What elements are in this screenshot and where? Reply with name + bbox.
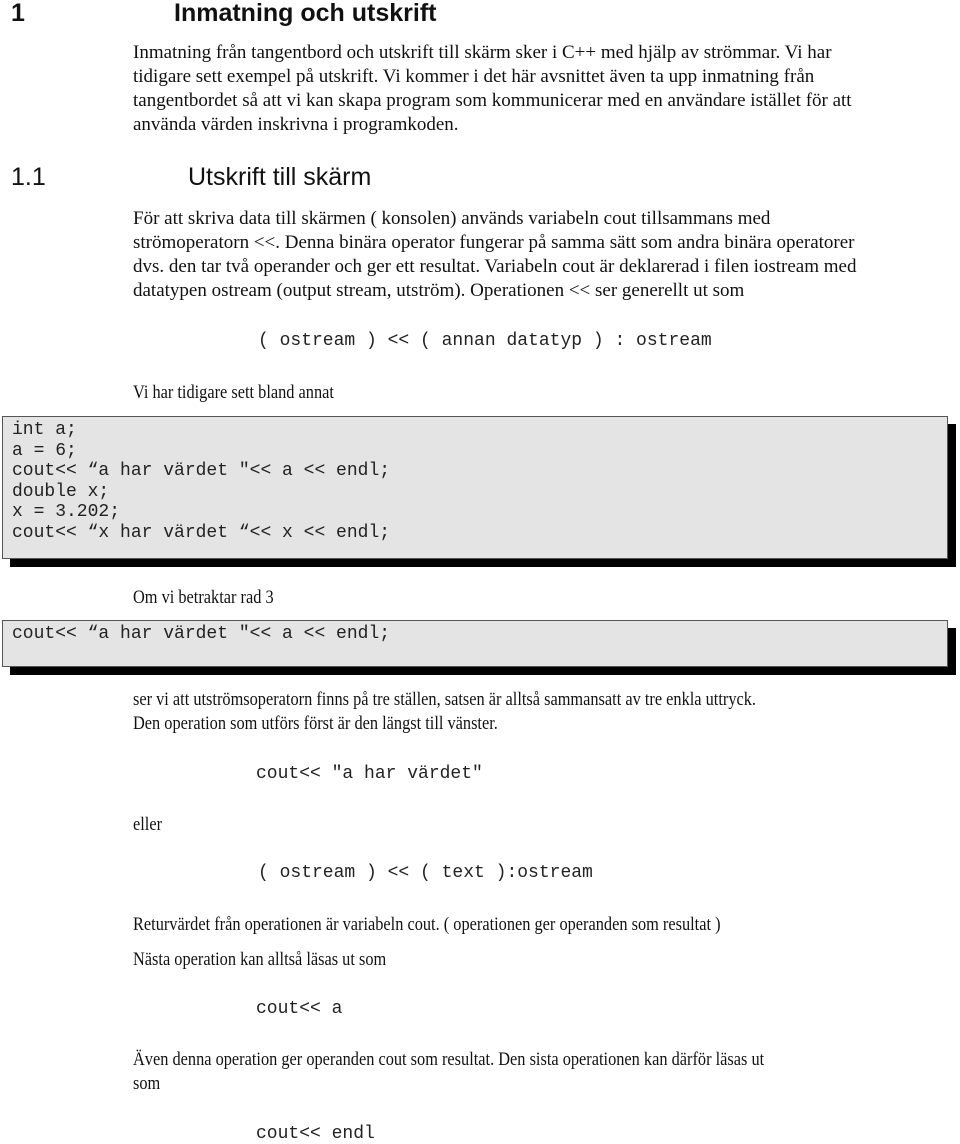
code-line: x = 3.202;: [12, 502, 121, 522]
code-line: int a;: [12, 420, 77, 440]
intro-line: Inmatning från tangentbord och utskrift …: [133, 42, 832, 63]
section-title: Inmatning och utskrift: [174, 0, 437, 27]
consider-row-text: Om vi betraktar rad 3: [133, 587, 274, 608]
operator-signature: ( ostream ) << ( annan datatyp ) : ostre…: [258, 331, 712, 351]
subsection-number: 1.1: [11, 163, 46, 191]
paragraph-line: ser vi att utströmsoperatorn finns på tr…: [133, 689, 757, 710]
paragraph-line: dvs. den tar två operander och ger ett r…: [133, 256, 857, 277]
paragraph-line: strömoperatorn <<. Denna binära operator…: [133, 232, 855, 253]
code-line: double x;: [12, 481, 110, 502]
paragraph-line: som: [133, 1073, 161, 1094]
return-value-text: Returvärdet från operationen är variabel…: [133, 914, 721, 935]
expression-cout-a: cout<< a: [256, 999, 343, 1019]
explain-paragraph: ser vi att utströmsoperatorn finns på tr…: [133, 688, 756, 736]
or-label: eller: [133, 814, 163, 835]
next-operation-text: Nästa operation kan alltså läsas ut som: [133, 949, 387, 970]
expression-text-signature: ( ostream ) << ( text ):ostream: [258, 863, 593, 883]
paragraph-line: datatypen ostream (output stream, utströ…: [133, 280, 745, 301]
expression-cout-string: cout<< "a har värdet": [256, 764, 483, 784]
also-paragraph: Även denna operation ger operanden cout …: [133, 1048, 764, 1096]
code-line: cout<< “x har värdet “<< x << endl;: [12, 522, 391, 543]
intro-paragraph: Inmatning från tangentbord och utskrift …: [133, 41, 852, 137]
section-number: 1: [11, 0, 25, 27]
paragraph-line: Den operation som utförs först är den lä…: [133, 713, 498, 734]
code-line: a = 6;: [12, 440, 77, 461]
paragraph-line: Även denna operation ger operanden cout …: [133, 1049, 765, 1070]
seen-before-text: Vi har tidigare sett bland annat: [133, 382, 334, 403]
intro-line: använda värden inskrivna i programkoden.: [133, 114, 459, 135]
paragraph-line: För att skriva data till skärmen ( konso…: [133, 208, 771, 229]
code-line: cout<< “a har värdet "<< a << endl;: [12, 624, 391, 644]
intro-line: tidigare sett exempel på utskrift. Vi ko…: [133, 66, 815, 87]
code-line: cout<< “a har värdet "<< a << endl;: [12, 461, 391, 481]
intro-line: tangentbordet så att vi kan skapa progra…: [133, 90, 852, 111]
expression-cout-endl: cout<< endl: [256, 1124, 375, 1144]
cout-paragraph: För att skriva data till skärmen ( konso…: [133, 207, 856, 303]
subsection-title: Utskrift till skärm: [188, 163, 372, 191]
code-block-line3: cout<< “a har värdet "<< a << endl;: [2, 620, 948, 667]
code-block: int a; a = 6; cout<< “a har värdet "<< a…: [2, 416, 948, 559]
